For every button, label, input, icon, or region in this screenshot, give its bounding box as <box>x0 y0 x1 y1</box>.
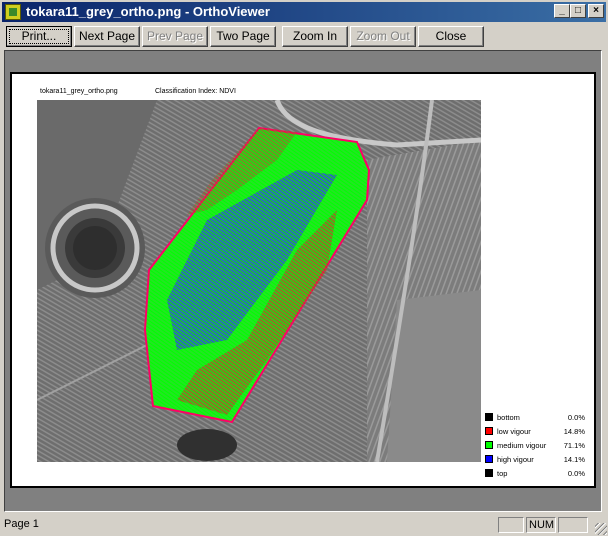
legend-label: top <box>497 469 508 478</box>
legend-percent: 0.0% <box>567 413 585 422</box>
two-page-button[interactable]: Two Page <box>210 26 276 47</box>
close-button[interactable]: Close <box>418 26 484 47</box>
toolbar: Print... Next Page Prev Page Two Page Zo… <box>2 24 606 48</box>
status-pane-caps <box>498 517 524 533</box>
legend-percent: 14.1% <box>563 455 585 464</box>
legend-percent: 0.0% <box>567 469 585 478</box>
status-page: Page 1 <box>4 518 39 530</box>
legend-label: high vigour <box>497 455 534 464</box>
orthoviewer-window: tokara11_grey_ortho.png - OrthoViewer _ … <box>0 0 608 536</box>
status-pane-num: NUM <box>526 517 556 533</box>
legend-item-medium-vigour: medium vigour 71.1% <box>485 440 585 450</box>
legend-percent: 14.8% <box>563 427 585 436</box>
legend-label: low vigour <box>497 427 531 436</box>
legend-swatch <box>485 455 493 463</box>
status-pane-scroll <box>558 517 588 533</box>
prev-page-button[interactable]: Prev Page <box>142 26 208 47</box>
print-preview-page: tokara11_grey_ortho.png Classification I… <box>10 72 596 488</box>
legend-swatch <box>485 413 493 421</box>
legend-percent: 71.1% <box>563 441 585 450</box>
legend-swatch <box>485 441 493 449</box>
aerial-map-image <box>37 100 481 462</box>
page-classification: Classification Index: NDVI <box>155 88 236 95</box>
resize-grip[interactable] <box>595 523 607 535</box>
legend-item-low-vigour: low vigour 14.8% <box>485 426 585 436</box>
print-button[interactable]: Print... <box>6 26 72 47</box>
legend-item-bottom: bottom 0.0% <box>485 412 585 422</box>
next-page-button[interactable]: Next Page <box>74 26 140 47</box>
legend-swatch <box>485 427 493 435</box>
legend-item-top: top 0.0% <box>485 468 585 478</box>
title-bar[interactable]: tokara11_grey_ortho.png - OrthoViewer _ … <box>2 2 606 22</box>
close-window-button[interactable]: × <box>588 4 604 18</box>
zoom-in-button[interactable]: Zoom In <box>282 26 348 47</box>
app-icon[interactable] <box>5 4 21 20</box>
legend-label: medium vigour <box>497 441 547 450</box>
legend-label: bottom <box>497 413 520 422</box>
minimize-button[interactable]: _ <box>554 4 570 18</box>
legend-item-high-vigour: high vigour 14.1% <box>485 454 585 464</box>
aerial-map-svg <box>37 100 481 462</box>
legend-swatch <box>485 469 493 477</box>
status-bar: Page 1 NUM <box>0 514 608 536</box>
window-title: tokara11_grey_ortho.png - OrthoViewer <box>26 4 270 19</box>
maximize-button[interactable]: □ <box>570 4 586 18</box>
zoom-out-button[interactable]: Zoom Out <box>350 26 416 47</box>
page-filename: tokara11_grey_ortho.png <box>40 88 118 95</box>
